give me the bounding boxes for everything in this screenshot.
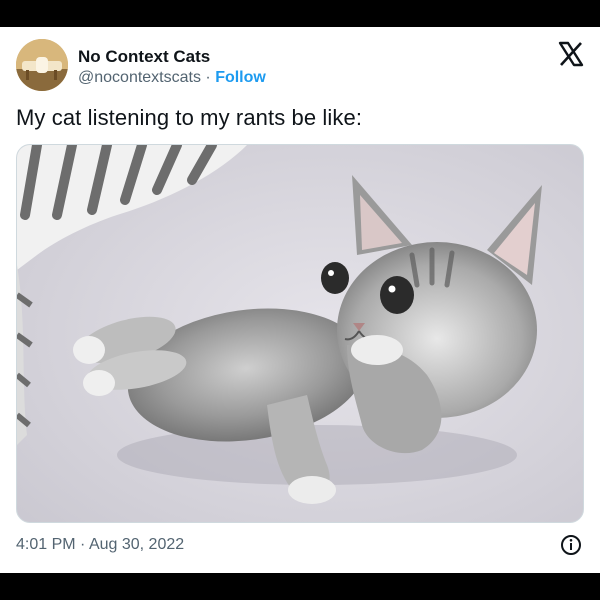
info-icon[interactable] xyxy=(560,534,582,556)
timestamp-separator: · xyxy=(75,536,89,553)
tweet-time: 4:01 PM xyxy=(16,536,76,553)
tweet-text: My cat listening to my rants be like: xyxy=(16,105,363,130)
author-handle-line: @nocontextscats · Follow xyxy=(78,69,266,87)
tweet-card: No Context Cats @nocontextscats · Follow… xyxy=(0,27,600,573)
tweet-header: No Context Cats @nocontextscats · Follow xyxy=(16,39,584,95)
handle-separator: · xyxy=(200,69,216,86)
tweet-timestamp[interactable]: 4:01 PM · Aug 30, 2022 xyxy=(16,536,184,554)
tweet-photo[interactable] xyxy=(16,144,584,523)
author-handle[interactable]: @nocontextscats xyxy=(78,69,201,86)
x-logo-icon[interactable] xyxy=(558,41,584,67)
follow-button[interactable]: Follow xyxy=(215,69,266,86)
author-name[interactable]: No Context Cats xyxy=(78,47,210,67)
tweet-date: Aug 30, 2022 xyxy=(88,536,185,553)
author-avatar[interactable] xyxy=(16,39,68,91)
